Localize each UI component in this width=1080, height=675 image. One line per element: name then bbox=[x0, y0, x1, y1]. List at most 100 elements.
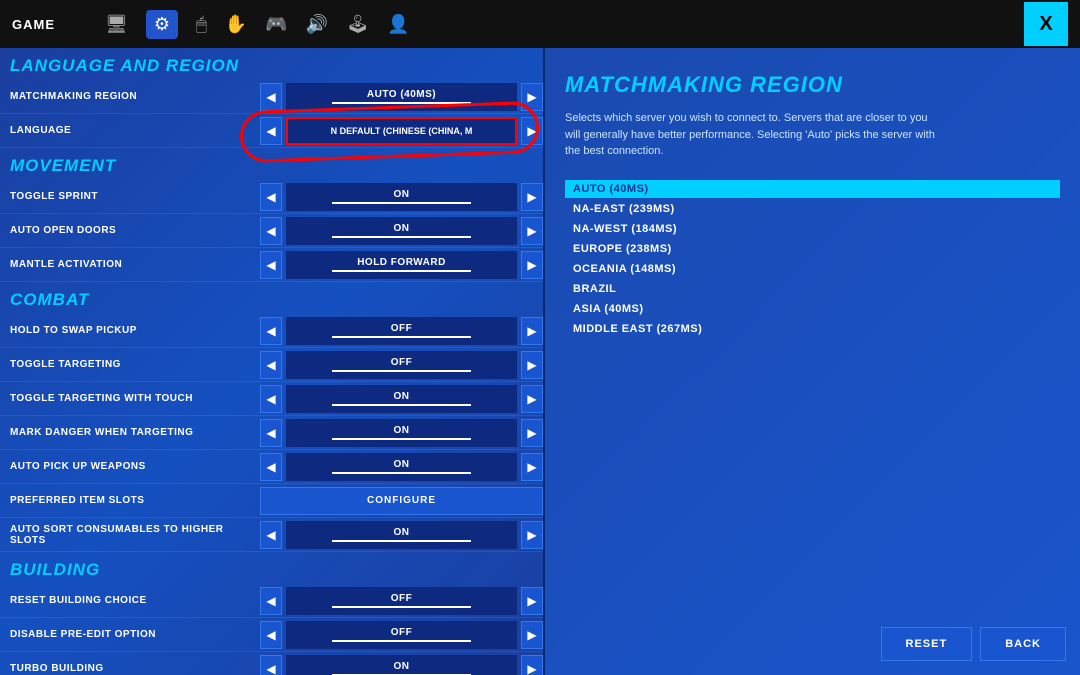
value-text-targeting-touch: ON bbox=[394, 391, 410, 402]
row-mark-danger: MARK DANGER WHEN TARGETING ◀ ON ▶ bbox=[0, 416, 543, 450]
configure-button[interactable]: CONFIGURE bbox=[260, 487, 543, 515]
arrow-left-language[interactable]: ◀ bbox=[260, 117, 282, 145]
arrow-left-targeting[interactable]: ◀ bbox=[260, 351, 282, 379]
arrow-right-mark-danger[interactable]: ▶ bbox=[521, 419, 543, 447]
control-auto-sort: ◀ ON ▶ bbox=[260, 521, 543, 549]
value-bar-swap bbox=[332, 336, 471, 338]
arrow-left-preedit[interactable]: ◀ bbox=[260, 621, 282, 649]
label-preferred-slots: PREFERRED ITEM SLOTS bbox=[0, 495, 260, 506]
arrow-right-mantle[interactable]: ▶ bbox=[521, 251, 543, 279]
arrow-right-preedit[interactable]: ▶ bbox=[521, 621, 543, 649]
main-content: LANGUAGE AND REGION MATCHMAKING REGION ◀… bbox=[0, 48, 1080, 675]
value-sort: ON bbox=[286, 521, 517, 549]
arrow-right-matchmaking[interactable]: ▶ bbox=[521, 83, 543, 111]
row-toggle-targeting: TOGGLE TARGETING ◀ OFF ▶ bbox=[0, 348, 543, 382]
person-icon[interactable]: 👤 bbox=[387, 14, 409, 35]
section-building: BUILDING bbox=[0, 552, 543, 584]
control-mantle-activation: ◀ HOLD FORWARD ▶ bbox=[260, 251, 543, 279]
arrow-right-reset-building[interactable]: ▶ bbox=[521, 587, 543, 615]
arrow-right-language[interactable]: ▶ bbox=[521, 117, 543, 145]
value-text-pickup: ON bbox=[394, 459, 410, 470]
close-button[interactable]: X bbox=[1024, 2, 1068, 46]
back-button[interactable]: BACK bbox=[980, 627, 1066, 661]
arrow-right-swap[interactable]: ▶ bbox=[521, 317, 543, 345]
control-turbo-building: ◀ ON ▶ bbox=[260, 655, 543, 675]
arrow-right-turbo[interactable]: ▶ bbox=[521, 655, 543, 675]
arrow-left-sprint[interactable]: ◀ bbox=[260, 183, 282, 211]
value-doors: ON bbox=[286, 217, 517, 245]
value-mantle: HOLD FORWARD bbox=[286, 251, 517, 279]
arrow-right-pickup[interactable]: ▶ bbox=[521, 453, 543, 481]
display-icon[interactable]: 🖱 bbox=[196, 14, 207, 35]
arrow-right-sort[interactable]: ▶ bbox=[521, 521, 543, 549]
label-auto-sort: AUTO SORT CONSUMABLES TO HIGHER SLOTS bbox=[0, 524, 260, 546]
value-bar-doors bbox=[332, 236, 471, 238]
value-bar-preedit bbox=[332, 640, 471, 642]
control-disable-preedit: ◀ OFF ▶ bbox=[260, 621, 543, 649]
control-mark-danger: ◀ ON ▶ bbox=[260, 419, 543, 447]
arrow-right-targeting[interactable]: ▶ bbox=[521, 351, 543, 379]
arrow-left-swap[interactable]: ◀ bbox=[260, 317, 282, 345]
label-auto-open-doors: AUTO OPEN DOORS bbox=[0, 225, 260, 236]
arrow-left-pickup[interactable]: ◀ bbox=[260, 453, 282, 481]
control-language: ◀ N DEFAULT (CHINESE (CHINA, M ▶ bbox=[260, 117, 543, 145]
value-text-matchmaking: AUTO (40MS) bbox=[367, 89, 436, 100]
region-na-east[interactable]: NA-EAST (239MS) bbox=[565, 200, 1060, 218]
arrow-left-reset-building[interactable]: ◀ bbox=[260, 587, 282, 615]
control-preferred-slots: CONFIGURE bbox=[260, 487, 543, 515]
reset-button[interactable]: RESET bbox=[881, 627, 973, 661]
arrow-left-turbo[interactable]: ◀ bbox=[260, 655, 282, 675]
value-mark-danger: ON bbox=[286, 419, 517, 447]
region-europe[interactable]: EUROPE (238MS) bbox=[565, 240, 1060, 258]
control-auto-open-doors: ◀ ON ▶ bbox=[260, 217, 543, 245]
arrow-right-doors[interactable]: ▶ bbox=[521, 217, 543, 245]
value-bar-pickup bbox=[332, 472, 471, 474]
value-bar-mark-danger bbox=[332, 438, 471, 440]
row-auto-sort: AUTO SORT CONSUMABLES TO HIGHER SLOTS ◀ … bbox=[0, 518, 543, 552]
label-hold-swap: HOLD TO SWAP PICKUP bbox=[0, 325, 260, 336]
region-auto[interactable]: AUTO (40MS) bbox=[565, 180, 1060, 198]
label-disable-preedit: DISABLE PRE-EDIT OPTION bbox=[0, 629, 260, 640]
gamepad-icon[interactable]: 🎮 bbox=[265, 14, 287, 35]
section-language-region: LANGUAGE AND REGION bbox=[0, 48, 543, 80]
arrow-right-targeting-touch[interactable]: ▶ bbox=[521, 385, 543, 413]
value-matchmaking: AUTO (40MS) bbox=[286, 83, 517, 111]
arrow-left-mark-danger[interactable]: ◀ bbox=[260, 419, 282, 447]
region-asia[interactable]: ASIA (40MS) bbox=[565, 300, 1060, 318]
section-movement: MOVEMENT bbox=[0, 148, 543, 180]
hand-icon[interactable]: ✋ bbox=[225, 14, 247, 35]
matchmaking-description: Selects which server you wish to connect… bbox=[565, 110, 945, 160]
region-na-west[interactable]: NA-WEST (184MS) bbox=[565, 220, 1060, 238]
arrow-left-doors[interactable]: ◀ bbox=[260, 217, 282, 245]
label-turbo-building: TURBO BUILDING bbox=[0, 663, 260, 674]
region-brazil[interactable]: BRAZIL bbox=[565, 280, 1060, 298]
controller-icon[interactable]: 🕹 bbox=[346, 14, 369, 35]
region-list: AUTO (40MS) NA-EAST (239MS) NA-WEST (184… bbox=[565, 180, 1060, 338]
value-text-doors: ON bbox=[394, 223, 410, 234]
value-bar-targeting-touch bbox=[332, 404, 471, 406]
value-bar-sprint bbox=[332, 202, 471, 204]
row-toggle-sprint: TOGGLE SPRINT ◀ ON ▶ bbox=[0, 180, 543, 214]
arrow-left-sort[interactable]: ◀ bbox=[260, 521, 282, 549]
control-toggle-sprint: ◀ ON ▶ bbox=[260, 183, 543, 211]
row-auto-open-doors: AUTO OPEN DOORS ◀ ON ▶ bbox=[0, 214, 543, 248]
region-oceania[interactable]: OCEANIA (148MS) bbox=[565, 260, 1060, 278]
row-preferred-slots: PREFERRED ITEM SLOTS CONFIGURE bbox=[0, 484, 543, 518]
arrow-left-targeting-touch[interactable]: ◀ bbox=[260, 385, 282, 413]
arrow-right-sprint[interactable]: ▶ bbox=[521, 183, 543, 211]
arrow-left-matchmaking[interactable]: ◀ bbox=[260, 83, 282, 111]
value-turbo: ON bbox=[286, 655, 517, 675]
region-middle-east[interactable]: MIDDLE EAST (267MS) bbox=[565, 320, 1060, 338]
control-toggle-targeting-touch: ◀ ON ▶ bbox=[260, 385, 543, 413]
value-text-sort: ON bbox=[394, 527, 410, 538]
row-turbo-building: TURBO BUILDING ◀ ON ▶ bbox=[0, 652, 543, 675]
row-matchmaking-region: MATCHMAKING REGION ◀ AUTO (40MS) ▶ bbox=[0, 80, 543, 114]
control-hold-swap: ◀ OFF ▶ bbox=[260, 317, 543, 345]
monitor-icon[interactable]: 🖥 bbox=[105, 14, 128, 35]
value-targeting-touch: ON bbox=[286, 385, 517, 413]
label-toggle-targeting: TOGGLE TARGETING bbox=[0, 359, 260, 370]
speaker-icon[interactable]: 🔊 bbox=[306, 14, 328, 35]
value-preedit: OFF bbox=[286, 621, 517, 649]
arrow-left-mantle[interactable]: ◀ bbox=[260, 251, 282, 279]
gear-icon[interactable]: ⚙ bbox=[146, 10, 178, 39]
